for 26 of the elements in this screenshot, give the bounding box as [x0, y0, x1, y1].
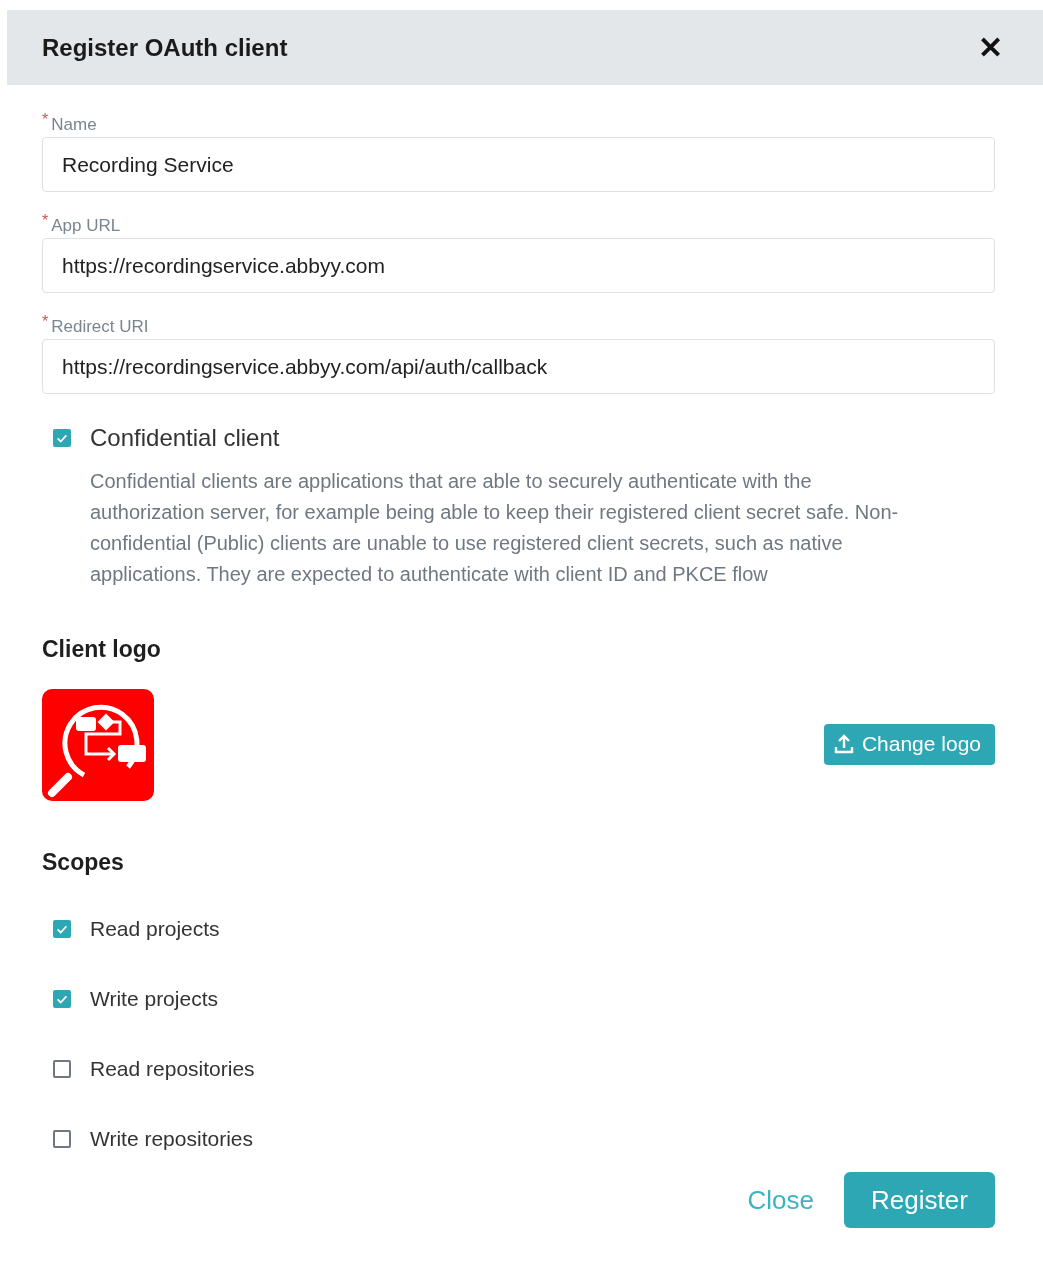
- required-mark: *: [42, 313, 49, 331]
- checkbox[interactable]: [53, 429, 71, 447]
- input-field[interactable]: Recording Service: [42, 137, 995, 192]
- dialog-title: Register OAuth client: [42, 33, 288, 62]
- checkbox-label: Read projects: [90, 917, 220, 941]
- checkbox-label: Write projects: [90, 987, 218, 1011]
- field-label: Name: [51, 114, 97, 135]
- section-heading: Scopes: [42, 849, 125, 876]
- checkbox-label: Write repositories: [90, 1127, 253, 1151]
- description-text: Confidential clients are applications that are able to securely authenticate with the authorization server, for example being able to keep their registered client secret safe. Non-confidential (Public) clients are unable to use registered client secrets, such as native applications. They are expected to authenticate with client ID and PKCE flow: [90, 469, 900, 587]
- field-label: Redirect URI: [51, 316, 149, 337]
- checkbox[interactable]: [53, 990, 71, 1008]
- checkbox[interactable]: [53, 1060, 71, 1078]
- checkbox[interactable]: [53, 1130, 71, 1148]
- client-logo-icon: [42, 689, 154, 801]
- field-label: App URL: [51, 215, 121, 236]
- checkbox[interactable]: [53, 920, 71, 938]
- input-field[interactable]: https://recordingservice.abbyy.com: [42, 238, 995, 293]
- required-mark: *: [42, 111, 49, 129]
- checkbox-label: Confidential client: [90, 424, 280, 452]
- required-mark: *: [42, 212, 49, 230]
- section-heading: Client logo: [42, 636, 162, 663]
- input-field[interactable]: https://recordingservice.abbyy.com/api/auth/callback: [42, 339, 995, 394]
- checkbox-label: Read repositories: [90, 1057, 255, 1081]
- close-button[interactable]: ✕: [978, 32, 1003, 63]
- upload-icon: [833, 733, 854, 755]
